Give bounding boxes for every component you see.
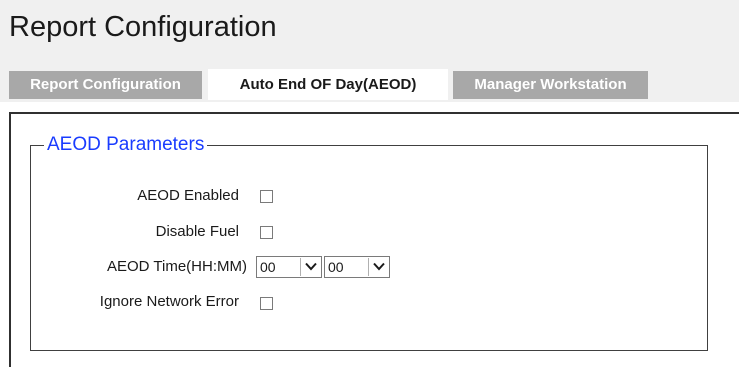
aeod-parameters-group [30,145,708,351]
disable-fuel-checkbox[interactable] [260,226,273,239]
aeod-time-hours-select[interactable]: 00 [256,256,322,278]
page-title: Report Configuration [9,11,277,43]
aeod-parameters-legend: AEOD Parameters [44,132,208,158]
chevron-down-icon [300,258,320,276]
ignore-network-error-label: Ignore Network Error [99,293,239,310]
ignore-network-error-checkbox[interactable] [260,297,273,310]
aeod-time-label: AEOD Time(HH:MM) [107,258,247,275]
tab-report-configuration[interactable]: Report Configuration [9,71,202,99]
chevron-down-icon [368,258,388,276]
aeod-time-minutes-select[interactable]: 00 [324,256,390,278]
page-header: Report Configuration [0,0,739,68]
aeod-time-minutes-value: 00 [328,259,344,275]
tab-manager-workstation[interactable]: Manager Workstation [453,71,648,99]
aeod-enabled-label: AEOD Enabled [137,187,239,204]
disable-fuel-label: Disable Fuel [155,223,239,240]
aeod-time-hours-value: 00 [260,259,276,275]
tab-auto-end-of-day[interactable]: Auto End OF Day(AEOD) [208,69,448,100]
aeod-enabled-checkbox[interactable] [260,190,273,203]
tab-bar: Report Configuration Auto End OF Day(AEO… [0,68,739,102]
